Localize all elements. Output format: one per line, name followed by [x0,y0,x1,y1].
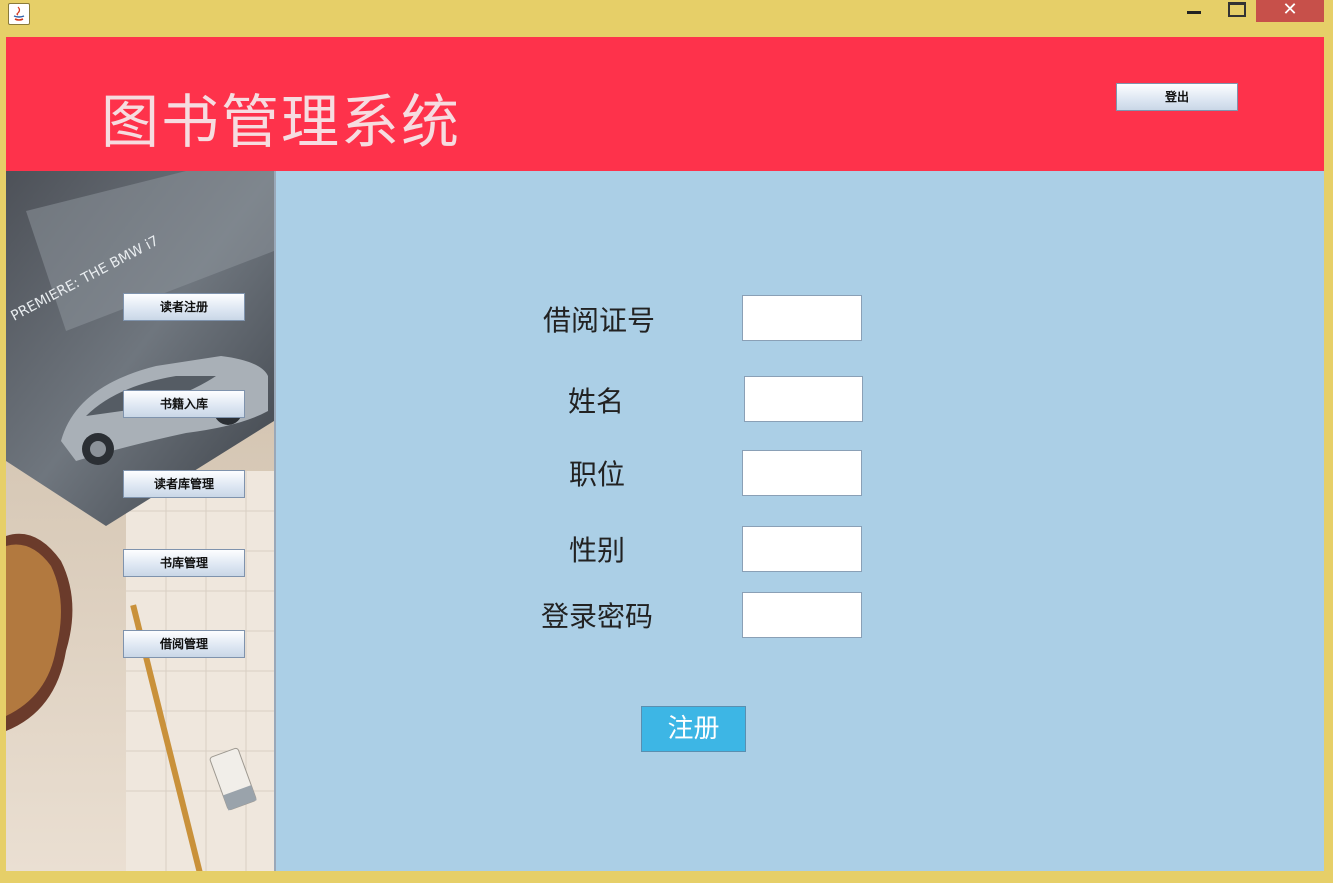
minimize-icon[interactable] [1176,0,1206,22]
gender-label: 性别 [568,534,625,567]
maximize-icon[interactable] [1222,0,1252,22]
card-number-label: 借阅证号 [542,304,655,337]
sidebar-item-borrow-management[interactable]: 借阅管理 [123,630,245,658]
gender-input[interactable] [742,526,862,572]
password-input[interactable] [742,592,862,638]
sidebar-background-image: PREMIERE: THE BMW i7 [6,171,274,871]
java-app-icon [8,3,30,25]
main-window: 图书管理系统 登出 PREMIERE: THE BMW i7 读者注册 书籍入库… [6,37,1324,871]
sidebar-item-reader-database[interactable]: 读者库管理 [123,470,245,498]
card-number-input[interactable] [742,295,862,341]
register-form-panel: 借阅证号 姓名 职位 性别 登录密码 注册 [276,171,1324,871]
sidebar-item-book-stock-in[interactable]: 书籍入库 [123,390,245,418]
window-titlebar: ✕ [0,0,1333,30]
position-input[interactable] [742,450,862,496]
logout-button[interactable]: 登出 [1116,83,1238,111]
sidebar-item-reader-register[interactable]: 读者注册 [123,293,245,321]
register-button[interactable]: 注册 [641,706,746,752]
sidebar-item-library-management[interactable]: 书库管理 [123,549,245,577]
sidebar: PREMIERE: THE BMW i7 读者注册 书籍入库 读者库管理 书库管… [6,171,276,871]
close-icon[interactable]: ✕ [1256,0,1324,22]
header-banner: 图书管理系统 登出 [6,37,1324,171]
position-label: 职位 [568,458,625,491]
name-input[interactable] [744,376,863,422]
app-title: 图书管理系统 [101,88,462,156]
name-label: 姓名 [567,385,624,418]
password-label: 登录密码 [540,600,653,633]
